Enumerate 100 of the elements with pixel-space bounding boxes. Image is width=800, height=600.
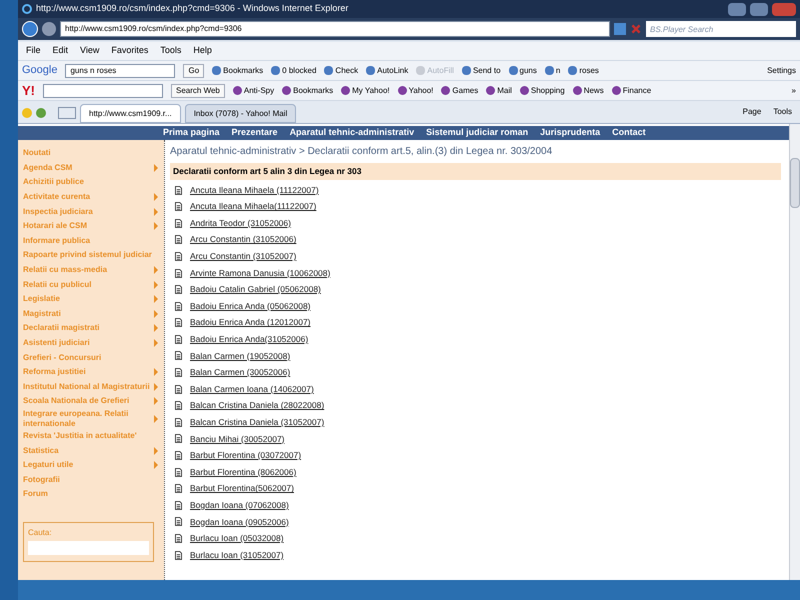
search-label: Cauta: [28,526,53,539]
document-link[interactable]: Burlacu Ioan (05032008) [190,532,284,545]
browser-icon [22,4,32,14]
menu-item[interactable]: Help [193,44,212,58]
settings-button[interactable]: Settings [767,64,796,76]
document-link[interactable]: Badoiu Enrica Anda (12012007) [190,316,311,330]
nav-link[interactable]: Prezentare [232,126,278,140]
document-icon [175,468,182,477]
document-icon [175,318,182,328]
menu-item[interactable]: File [26,44,41,58]
more-button[interactable]: » [792,84,796,96]
document-icon [175,268,182,278]
back-button[interactable] [22,21,38,37]
command-button[interactable]: Page [738,106,766,118]
document-link[interactable]: Badoiu Catalin Gabriel (05062008) [190,283,321,296]
document-icon [175,484,182,494]
document-link[interactable]: Badoiu Enrica Anda(31052006) [190,333,308,346]
toolbar-button[interactable]: n [544,64,560,76]
section-heading: Declaratii conform art 5 alin 3 din Legea nr 303 [170,163,781,180]
document-icon [175,434,182,444]
nav-link[interactable]: Prima pagina [163,126,220,140]
toolbar-button[interactable]: My Yahoo! [341,84,390,96]
document-icon [175,368,182,378]
toolbar-button[interactable]: Send to [462,64,501,76]
nav-link[interactable]: Jurisprudenta [540,126,600,140]
window-title: http://www.csm1909.ro/csm/index.php?cmd=9306 - Windows Internet Explorer [36,2,350,16]
document-icon [175,418,182,427]
nav-link[interactable]: Aparatul tehnic-administrativ [290,126,414,140]
document-icon [175,202,182,212]
tab[interactable]: http://www.csm1909.r... [80,104,181,123]
toolbar-button[interactable]: Bookmarks [282,84,334,96]
toolbar-button[interactable]: roses [568,64,599,76]
go-button[interactable]: Go [183,64,204,78]
maximize-button[interactable] [750,2,768,16]
breadcrumb: Aparatul tehnic-administrativ > Declaratii conform art.5, alin.(3) din Legea nr. 303/2004 [170,145,554,159]
nav-link[interactable]: Contact [612,126,646,140]
forward-button[interactable] [42,22,56,36]
tab[interactable]: Inbox (7078) - Yahoo! Mail [184,104,296,123]
toolbar-button[interactable]: News [572,84,604,96]
search-field[interactable]: BS.Player Search [646,21,796,37]
toolbar-button[interactable]: Finance [612,84,652,96]
stop-icon[interactable] [630,23,642,35]
document-link[interactable]: Balan Carmen (30052006) [190,366,290,379]
toolbar-button[interactable]: Anti-Spy [232,84,274,96]
toolbar-button[interactable]: Games [441,84,478,96]
menu-item[interactable]: View [80,44,100,58]
document-icon [175,334,182,344]
scrollbar-thumb[interactable] [790,158,800,208]
toolbar-button[interactable]: Bookmarks [212,64,264,76]
close-button[interactable] [772,2,796,16]
toolbar-button[interactable]: guns [508,64,537,76]
document-link[interactable]: Balan Carmen Ioana (14062007) [190,382,314,396]
document-link[interactable]: Balcan Cristina Daniela (31052007) [190,416,324,429]
document-link[interactable]: Barbut Florentina (03072007) [190,449,302,462]
document-icon [175,218,182,228]
toolbar-button[interactable]: Check [324,64,358,76]
document-link[interactable]: Barbut Florentina (8062006) [190,466,296,479]
document-icon [175,302,182,311]
document-link[interactable]: Bogdan Ioana (07062008) [190,498,289,512]
search-button[interactable]: Search Web [171,84,225,98]
document-link[interactable]: Ancuta Ileana Mihaela (11122007) [190,184,319,196]
document-link[interactable]: Balcan Cristina Daniela (28022008) [190,399,324,412]
menu-item[interactable]: Edit [52,44,68,58]
menu-item[interactable]: Tools [160,44,182,58]
document-icon [175,451,182,460]
document-icon [175,500,182,510]
document-link[interactable]: Arvinte Ramona Danusia (10062008) [190,266,330,280]
document-icon [175,517,182,526]
toolbar-logo: Google [22,63,58,78]
toolbar-button[interactable]: Yahoo! [398,84,434,96]
toolbar-button[interactable]: 0 blocked [271,64,316,76]
document-icon [175,186,182,195]
document-link[interactable]: Andrita Teodor (31052006) [190,216,291,230]
command-button[interactable]: Tools [769,106,796,118]
search-input[interactable] [43,84,163,98]
document-icon [175,285,182,294]
document-icon [175,351,182,360]
toolbar-button: AutoFill [416,64,454,76]
address-field[interactable]: http://www.csm1909.ro/csm/index.php?cmd=9306 [60,21,610,37]
quick-tabs-icon[interactable] [58,107,76,119]
document-icon [175,401,182,410]
toolbar-button[interactable]: AutoLink [366,64,408,76]
document-link[interactable]: Ancuta Ileana Mihaela(11122007) [190,200,316,214]
document-link[interactable]: Balan Carmen (19052008) [190,350,290,362]
toolbar-button[interactable]: Mail [486,84,512,96]
nav-link[interactable]: Sistemul judiciar roman [426,126,528,140]
document-link[interactable]: Arcu Constantin (31052006) [190,233,296,246]
scrollbar[interactable] [789,124,800,580]
menu-item[interactable]: Favorites [111,44,148,58]
document-link[interactable]: Badoiu Enrica Anda (05062008) [190,300,311,313]
minimize-button[interactable] [728,2,746,16]
document-icon [175,550,182,560]
document-link[interactable]: Arcu Constantin (31052007) [190,250,296,263]
search-field[interactable]: guns n roses [65,64,176,78]
document-link[interactable]: Barbut Florentina(5062007) [190,482,294,496]
toolbar-button[interactable]: Shopping [520,84,565,96]
document-link[interactable]: Banciu Mihai (30052007) [190,432,285,446]
search-input[interactable] [28,540,149,555]
document-link[interactable]: Burlacu Ioan (31052007) [190,548,284,562]
document-link[interactable]: Bogdan Ioana (09052006) [190,516,289,528]
